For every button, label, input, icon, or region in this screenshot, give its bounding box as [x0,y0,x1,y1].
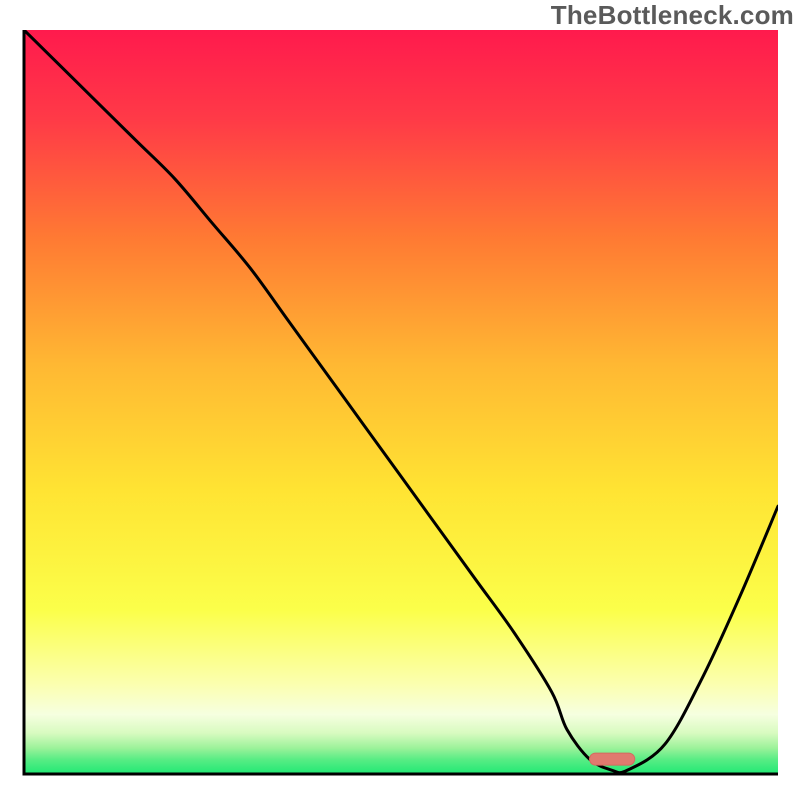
watermark-text: TheBottleneck.com [551,0,794,31]
chart-svg [0,0,800,800]
chart-container: TheBottleneck.com [0,0,800,800]
optimal-range-marker [590,753,635,765]
optimal-range-pill [590,753,635,765]
